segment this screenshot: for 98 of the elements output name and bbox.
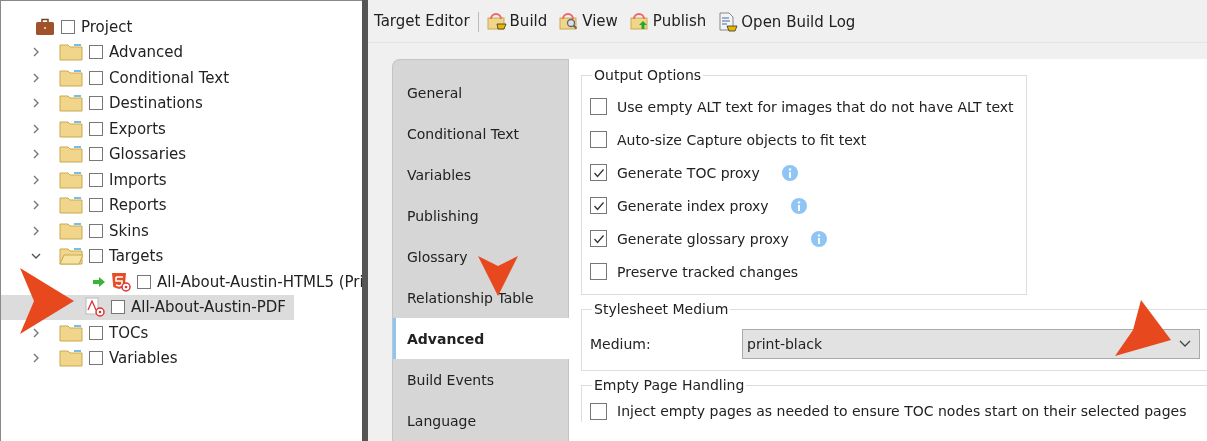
tab[interactable]: Conditional Text bbox=[393, 113, 568, 154]
checkbox-label: Generate TOC proxy bbox=[617, 164, 760, 181]
tab[interactable]: Variables bbox=[393, 154, 568, 195]
tree-item-label: TOCs bbox=[109, 323, 149, 342]
pointer-arrow-icon bbox=[20, 268, 74, 334]
checkbox[interactable] bbox=[89, 121, 103, 136]
folder-icon bbox=[59, 94, 83, 113]
checkbox[interactable] bbox=[89, 45, 103, 60]
chevron-down-icon bbox=[1179, 340, 1191, 348]
publish-icon bbox=[629, 12, 650, 30]
tab[interactable]: Build Events bbox=[393, 359, 568, 400]
checkbox-label: Generate glossary proxy bbox=[617, 230, 789, 247]
tree-item[interactable]: Project bbox=[1, 14, 133, 40]
editor-title: Target Editor bbox=[374, 12, 470, 30]
checkbox[interactable] bbox=[89, 147, 103, 162]
checkbox-label: Inject empty pages as needed to ensure TOC nodes start on their selected pages bbox=[617, 403, 1187, 419]
tree-item-label: Skins bbox=[109, 221, 149, 240]
checkbox-label: Generate index proxy bbox=[617, 197, 769, 214]
tab[interactable]: Glossary bbox=[393, 236, 568, 277]
tree-item[interactable]: Imports bbox=[1, 167, 167, 193]
build-icon bbox=[486, 12, 507, 30]
checkbox-label: Auto-size Capture objects to fit text bbox=[617, 131, 867, 148]
tree-item-label: Advanced bbox=[109, 43, 184, 62]
pdf-target-icon bbox=[85, 297, 105, 318]
toolbar-button[interactable]: Build bbox=[486, 12, 552, 30]
checkmark-icon bbox=[592, 199, 605, 212]
html5-target-icon bbox=[111, 271, 131, 292]
checkbox[interactable] bbox=[89, 70, 103, 85]
group-title: Stylesheet Medium bbox=[592, 301, 731, 317]
checkbox[interactable] bbox=[89, 198, 103, 213]
open-folder-icon bbox=[59, 247, 83, 266]
tree-item-label: Glossaries bbox=[109, 145, 187, 164]
checkbox[interactable] bbox=[590, 131, 607, 148]
checkbox[interactable] bbox=[590, 263, 607, 280]
briefcase-icon bbox=[35, 17, 55, 36]
checkbox[interactable] bbox=[590, 164, 607, 181]
tree-item-label: Conditional Text bbox=[109, 68, 230, 87]
pointer-arrow-icon bbox=[1115, 300, 1171, 356]
tree-item-label: Imports bbox=[109, 170, 167, 189]
checkbox[interactable] bbox=[111, 300, 125, 315]
toolbar-button[interactable]: Publish bbox=[629, 12, 711, 30]
folder-icon bbox=[59, 43, 83, 62]
toolbar-button[interactable]: Open Build Log bbox=[718, 12, 860, 32]
tree-item[interactable]: Advanced bbox=[1, 39, 184, 65]
checkbox[interactable] bbox=[89, 351, 103, 366]
checkbox[interactable] bbox=[89, 223, 103, 238]
checkbox-label: Use empty ALT text for images that do not have ALT text bbox=[617, 98, 1014, 115]
checkbox[interactable] bbox=[590, 98, 607, 115]
tree-item[interactable]: Conditional Text bbox=[1, 65, 230, 91]
tree-item[interactable]: All-About-Austin-HTML5 (Pri bbox=[1, 269, 364, 295]
tree-item[interactable]: TOCs bbox=[1, 320, 149, 346]
folder-icon bbox=[59, 145, 83, 164]
tree-item-label: All-About-Austin-PDF bbox=[131, 298, 286, 317]
checkmark-icon bbox=[592, 232, 605, 245]
medium-dropdown[interactable]: print-black bbox=[742, 329, 1200, 359]
checkbox[interactable] bbox=[590, 230, 607, 247]
checkbox[interactable] bbox=[89, 172, 103, 187]
checkbox[interactable] bbox=[89, 249, 103, 264]
checkmark-icon bbox=[592, 166, 605, 179]
tree-item-label: Reports bbox=[109, 196, 167, 215]
tree-item[interactable]: Targets bbox=[1, 243, 164, 269]
magnifier-icon bbox=[559, 12, 580, 30]
tree-item[interactable]: Reports bbox=[1, 192, 167, 218]
tree-item-label: Variables bbox=[109, 349, 178, 368]
tab[interactable]: Relationship Table bbox=[393, 277, 568, 318]
tab[interactable]: Advanced bbox=[393, 318, 569, 359]
tree-item-label: Project bbox=[81, 17, 133, 36]
tree-item-label: All-About-Austin-HTML5 (Pri bbox=[157, 272, 364, 291]
tree-item[interactable]: Destinations bbox=[1, 90, 203, 116]
checkbox[interactable] bbox=[89, 325, 103, 340]
tree-item[interactable]: Variables bbox=[1, 345, 178, 371]
folder-icon bbox=[59, 221, 83, 240]
field-label: Medium: bbox=[590, 336, 652, 352]
folder-icon bbox=[59, 349, 83, 368]
group-title: Output Options bbox=[592, 67, 704, 83]
tree-item[interactable]: Skins bbox=[1, 218, 149, 244]
folder-icon bbox=[59, 68, 83, 87]
tab[interactable]: Publishing bbox=[393, 195, 568, 236]
checkbox-label: Preserve tracked changes bbox=[617, 263, 799, 280]
folder-icon bbox=[59, 119, 83, 138]
checkbox[interactable] bbox=[89, 96, 103, 111]
checkbox[interactable] bbox=[137, 274, 151, 289]
tree-item-label: Destinations bbox=[109, 94, 203, 113]
checkbox[interactable] bbox=[590, 402, 607, 420]
folder-icon bbox=[59, 323, 83, 342]
toolbar-button[interactable]: View bbox=[559, 12, 622, 30]
checkbox[interactable] bbox=[61, 19, 75, 34]
tab[interactable]: Language bbox=[393, 400, 568, 441]
folder-icon bbox=[59, 196, 83, 215]
tab[interactable]: General bbox=[393, 72, 568, 113]
group-title: Empty Page Handling bbox=[592, 377, 747, 393]
checkbox[interactable] bbox=[590, 197, 607, 214]
tree-item-label: Targets bbox=[109, 247, 164, 266]
folder-icon bbox=[59, 170, 83, 189]
tree-item[interactable]: Exports bbox=[1, 116, 166, 142]
tree-item[interactable]: Glossaries bbox=[1, 141, 187, 167]
tree-item-label: Exports bbox=[109, 119, 166, 138]
log-document-icon bbox=[718, 12, 739, 32]
